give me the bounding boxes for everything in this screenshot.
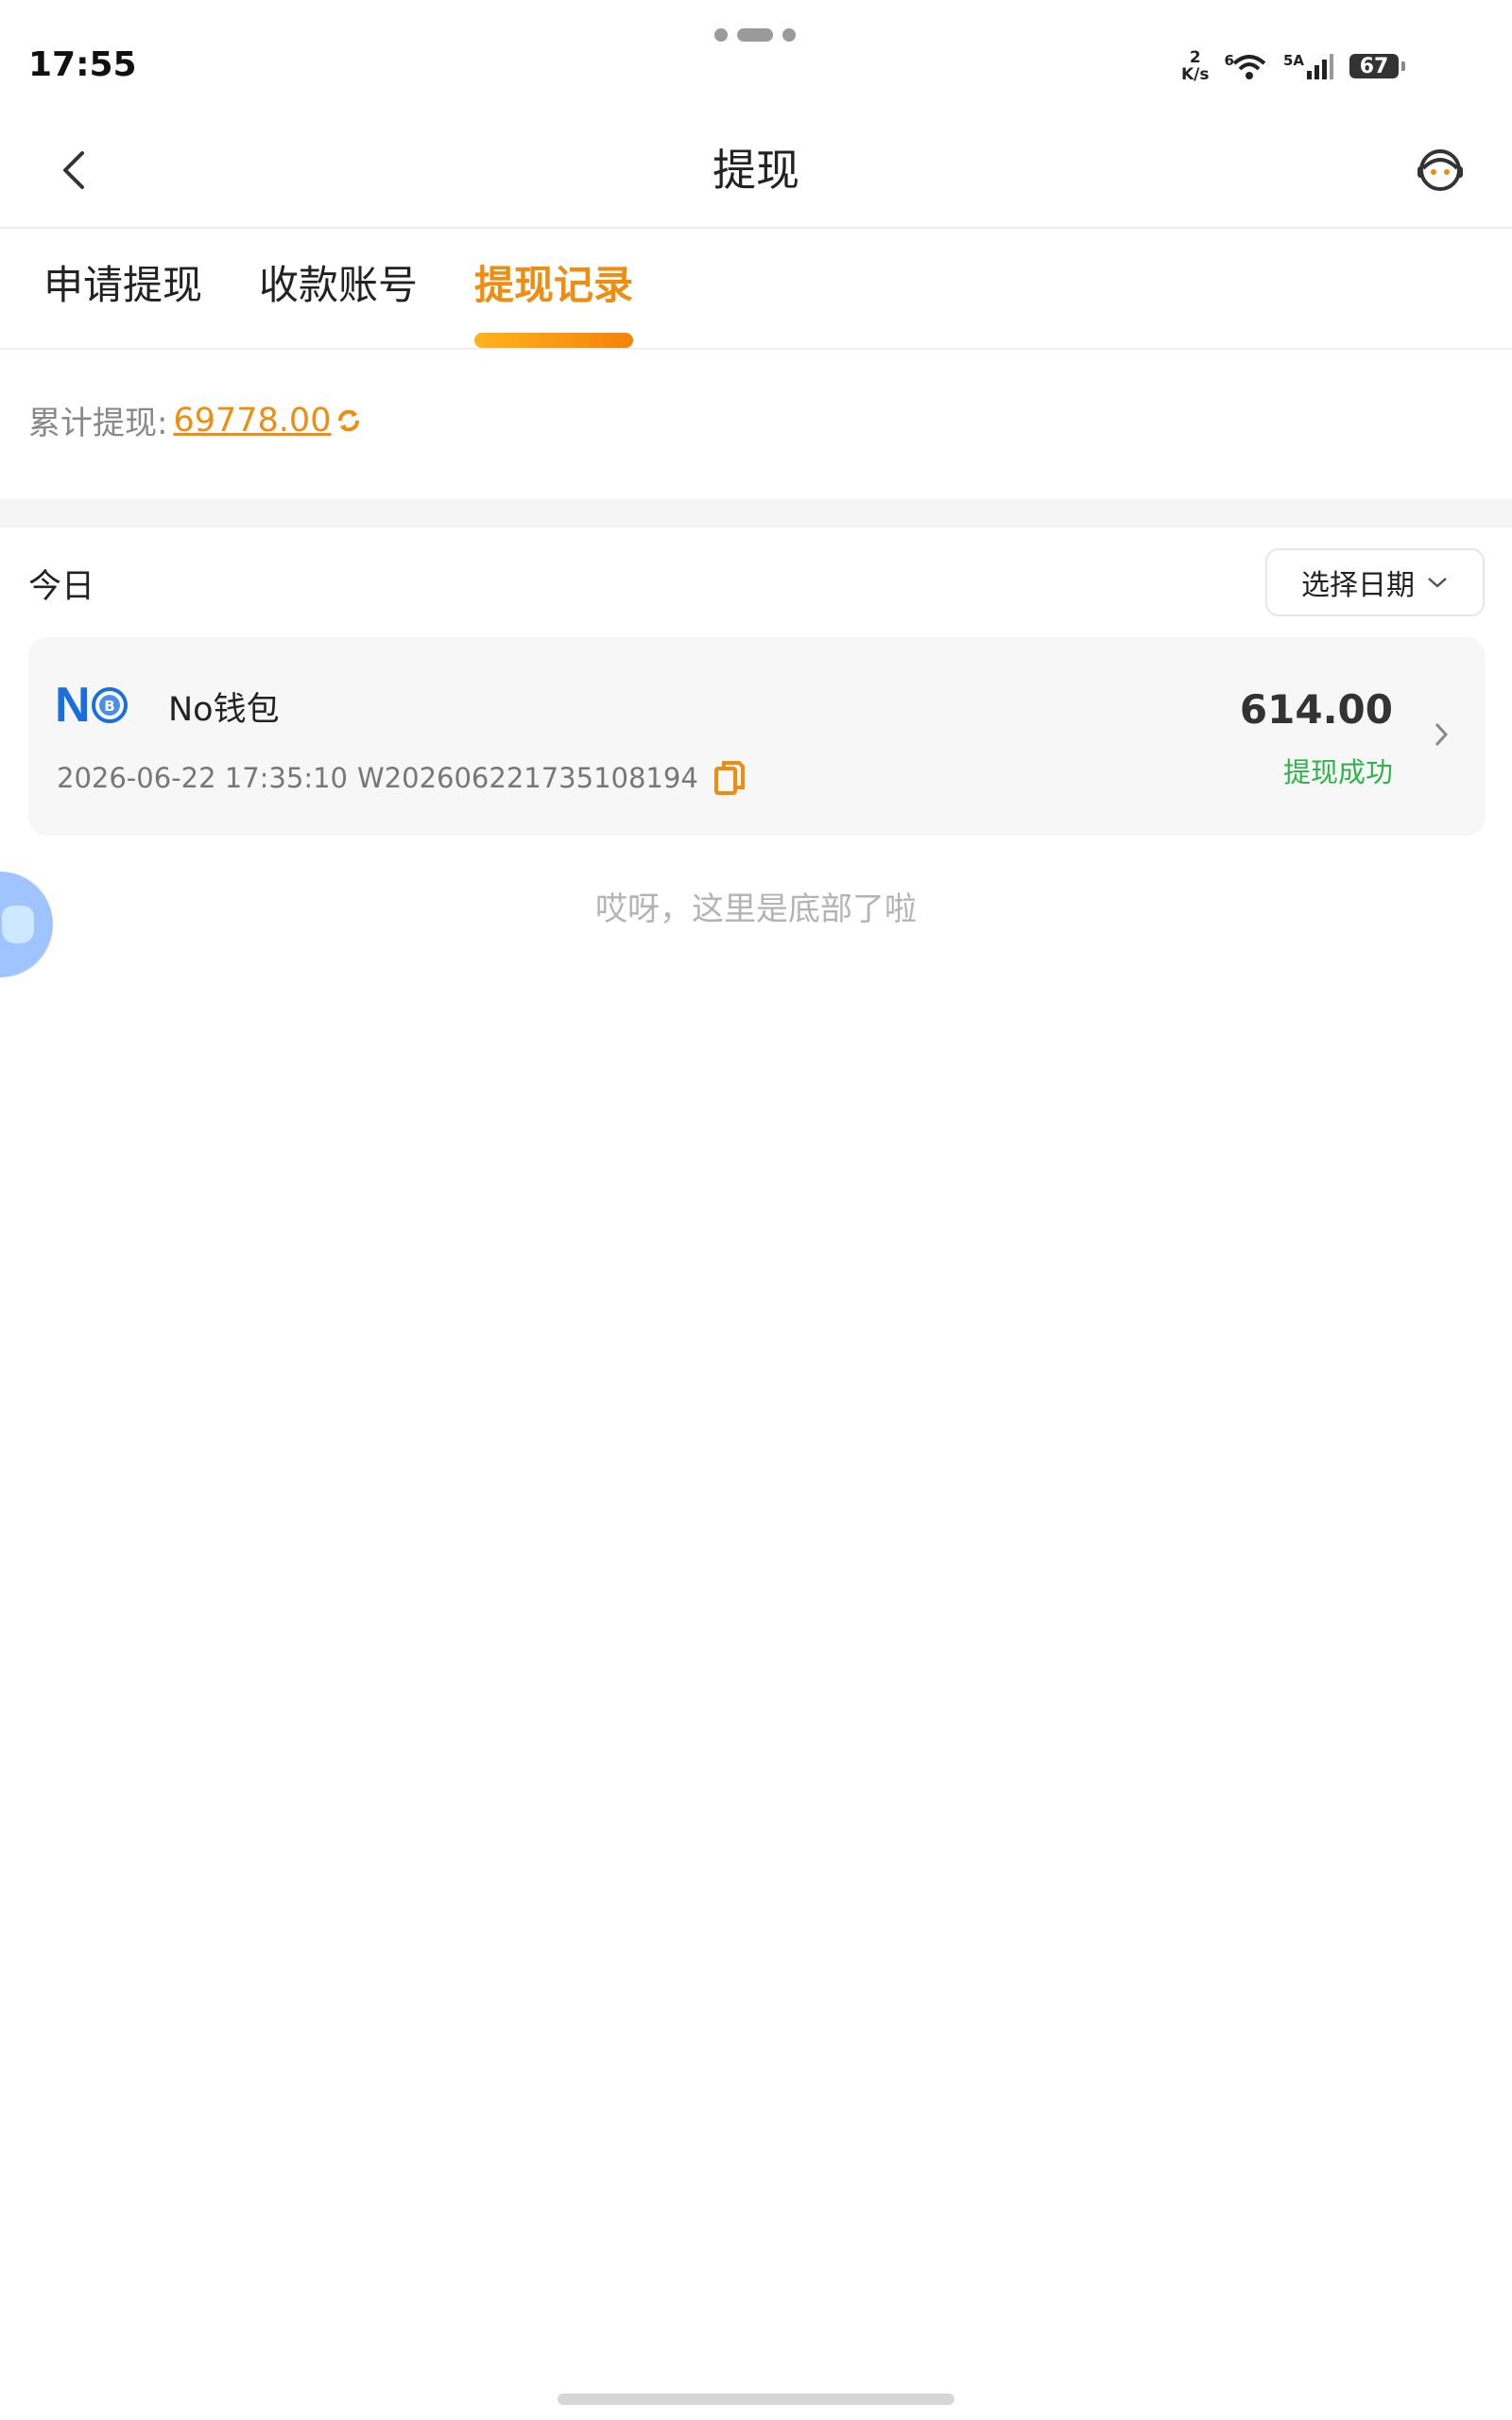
svg-text:B: B — [104, 698, 114, 715]
wifi-icon: 6 — [1225, 52, 1268, 80]
section-divider — [0, 499, 1512, 527]
date-picker-button[interactable]: 选择日期 — [1265, 548, 1485, 616]
tab-bar: 申请提现 收款账号 提现记录 — [0, 229, 1512, 350]
refresh-icon[interactable] — [335, 406, 363, 435]
record-amount: 614.00 — [1239, 686, 1393, 733]
app-header: 提现 — [0, 113, 1512, 229]
customer-service-button[interactable] — [1406, 136, 1474, 204]
chevron-down-icon — [1428, 578, 1447, 588]
record-meta: 2026-06-22 17:35:10 W202606221735108194 — [57, 760, 746, 796]
assistant-icon — [2, 906, 34, 943]
status-icons: 2 K/s 6 5A 67 — [1181, 48, 1405, 84]
home-indicator[interactable] — [558, 2394, 954, 2405]
active-tab-indicator — [474, 333, 633, 348]
total-withdraw-summary: 累计提现: 69778.00 — [28, 397, 363, 443]
record-datetime: 2026-06-22 17:35:10 — [57, 762, 348, 794]
multitask-handle[interactable] — [714, 28, 796, 42]
total-withdraw-value[interactable]: 69778.00 — [173, 402, 331, 440]
status-time: 17:55 — [28, 45, 137, 84]
total-withdraw-label: 累计提现: — [28, 405, 168, 442]
battery-icon: 67 — [1349, 54, 1405, 78]
tab-payee-account[interactable]: 收款账号 — [259, 257, 418, 314]
page-title: 提现 — [713, 145, 799, 196]
copy-icon[interactable] — [713, 760, 746, 796]
withdraw-record-item[interactable]: N B No钱包 2026-06-22 17:35:10 W2026062217… — [28, 637, 1486, 836]
tab-apply-withdraw[interactable]: 申请提现 — [43, 257, 202, 314]
list-end-tip: 哎呀，这里是底部了啦 — [595, 890, 917, 928]
customer-service-icon — [1418, 149, 1463, 191]
record-order-id: W202606221735108194 — [357, 762, 698, 794]
record-status: 提现成功 — [1282, 756, 1393, 788]
date-picker-label: 选择日期 — [1301, 569, 1415, 602]
chevron-right-icon — [1435, 722, 1449, 747]
tab-withdraw-records[interactable]: 提现记录 — [474, 257, 633, 314]
status-bar: 17:55 2 K/s 6 5A 67 — [0, 0, 1512, 113]
net-speed: 2 K/s — [1181, 48, 1210, 84]
today-label: 今日 — [28, 568, 95, 606]
wallet-name: No钱包 — [168, 691, 280, 729]
signal-icon: 5A — [1283, 52, 1334, 80]
no-wallet-logo: N B — [55, 681, 129, 730]
